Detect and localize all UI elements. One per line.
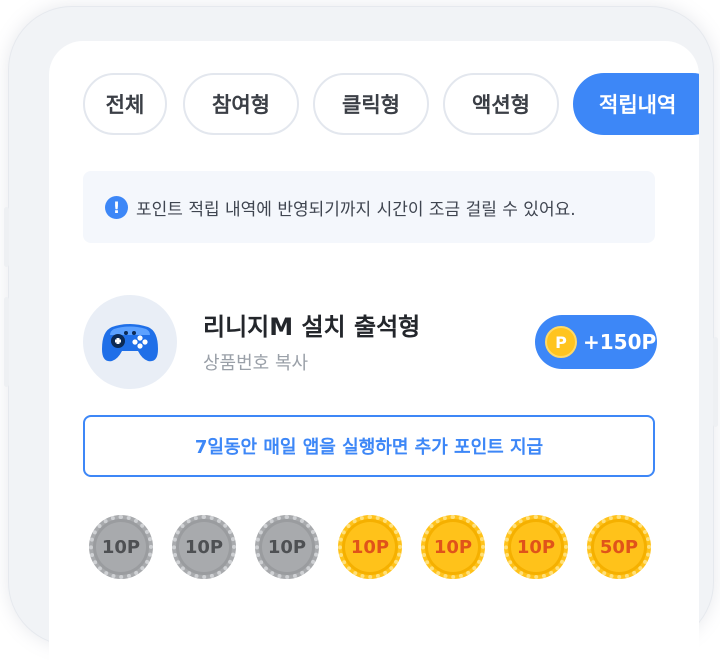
tab-label: 적립내역 (599, 93, 677, 117)
tab-click[interactable]: 클릭형 (313, 73, 429, 135)
daily-coin-collected: 10P (255, 515, 319, 579)
tab-all[interactable]: 전체 (83, 73, 167, 135)
point-coin-icon: P (545, 326, 577, 358)
coin-label: 10P (433, 536, 473, 558)
item-title: 리니지M 설치 출석형 (203, 313, 421, 341)
info-icon: ! (105, 195, 128, 219)
daily-coin-pending: 10P (338, 515, 402, 579)
daily-coin-pending: 10P (504, 515, 568, 579)
phone-side-button (713, 337, 718, 427)
points-value: +150P (583, 330, 657, 354)
coin-label: 10P (516, 536, 556, 558)
coin-label: 50P (599, 536, 639, 558)
daily-coin-row: 10P 10P 10P 10P 10P 10P 50P (89, 515, 659, 581)
app-screen: 전체 참여형 클릭형 액션형 적립내역 ! 포인트 적립 내역에 반영되기까지 … (49, 41, 699, 661)
notice-text: 포인트 적립 내역에 반영되기까지 시간이 조금 걸릴 수 있어요. (136, 199, 576, 220)
reward-item[interactable]: 리니지M 설치 출석형 상품번호 복사 P +150P (83, 295, 657, 389)
item-thumbnail (83, 295, 177, 389)
coin-label: 10P (267, 536, 307, 558)
tab-participation[interactable]: 참여형 (183, 73, 299, 135)
notice-banner: ! 포인트 적립 내역에 반영되기까지 시간이 조금 걸릴 수 있어요. (83, 171, 655, 243)
category-tabs: 전체 참여형 클릭형 액션형 적립내역 (83, 73, 699, 135)
tab-action[interactable]: 액션형 (443, 73, 559, 135)
tab-label: 클릭형 (342, 93, 400, 117)
tab-label: 참여형 (212, 93, 270, 117)
coin-label: 10P (350, 536, 390, 558)
copy-product-number-link[interactable]: 상품번호 복사 (203, 349, 308, 375)
bonus-info-box: 7일동안 매일 앱을 실행하면 추가 포인트 지급 (83, 415, 655, 477)
phone-side-button (4, 207, 9, 267)
daily-coin-pending: 50P (587, 515, 651, 579)
bonus-text: 7일동안 매일 앱을 실행하면 추가 포인트 지급 (194, 437, 544, 458)
phone-side-button (4, 297, 9, 387)
points-badge: P +150P (535, 315, 657, 369)
daily-coin-collected: 10P (89, 515, 153, 579)
tab-history[interactable]: 적립내역 (573, 73, 699, 135)
daily-coin-collected: 10P (172, 515, 236, 579)
coin-label: 10P (101, 536, 141, 558)
daily-coin-pending: 10P (421, 515, 485, 579)
phone-frame: 전체 참여형 클릭형 액션형 적립내역 ! 포인트 적립 내역에 반영되기까지 … (4, 6, 718, 661)
tab-label: 액션형 (472, 93, 530, 117)
tab-label: 전체 (105, 93, 145, 117)
coin-label: 10P (184, 536, 224, 558)
gamepad-icon (102, 324, 158, 362)
